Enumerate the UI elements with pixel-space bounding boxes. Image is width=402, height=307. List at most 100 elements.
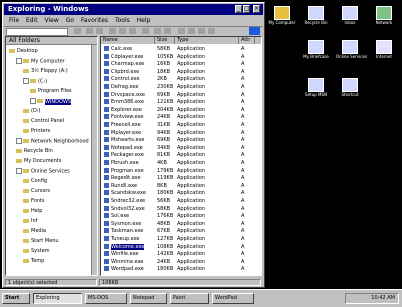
file-row[interactable]: Clipbrd.exe 18KB Application A bbox=[101, 68, 251, 75]
file-row[interactable]: Emm386.exe 121KB Application A bbox=[101, 99, 251, 105]
tree-item[interactable]: Control Panel bbox=[23, 118, 64, 124]
file-row[interactable]: Welcome.exe 108KB Application A bbox=[101, 243, 251, 250]
file-row[interactable]: Tuneup.exe 127KB Application A bbox=[101, 236, 251, 242]
tree-item[interactable]: 3½ Floppy (A:) bbox=[23, 68, 68, 74]
expand-icon[interactable] bbox=[16, 138, 22, 144]
tree-scrollbar[interactable] bbox=[91, 45, 97, 275]
tree-item[interactable]: Desktop bbox=[9, 48, 38, 54]
tree-item[interactable]: My Computer bbox=[16, 58, 65, 65]
file-row[interactable]: Wordpad.exe 180KB Application A bbox=[101, 266, 251, 272]
file-row[interactable]: Calc.exe 58KB Application A bbox=[101, 46, 251, 52]
file-row[interactable]: Winmine.exe 24KB Application A bbox=[101, 258, 251, 265]
expand-icon[interactable] bbox=[16, 58, 22, 64]
file-row[interactable]: Winfile.exe 142KB Application A bbox=[101, 251, 251, 257]
file-row[interactable]: Freecell.exe 31KB Application A bbox=[101, 122, 251, 128]
tree-item[interactable]: Network Neighborhood bbox=[16, 138, 89, 145]
file-row[interactable]: Packager.exe 81KB Application A bbox=[101, 152, 251, 158]
desktop-icon[interactable]: Shortcut bbox=[336, 78, 364, 106]
menu-view[interactable]: View bbox=[45, 16, 59, 26]
file-row[interactable]: Taskman.exe 67KB Application A bbox=[101, 228, 251, 234]
address-combo[interactable] bbox=[6, 28, 68, 36]
tree-item[interactable]: Config bbox=[23, 178, 47, 184]
column-attr[interactable]: Attr bbox=[239, 37, 255, 44]
file-row[interactable]: Defrag.exe 230KB Application A bbox=[101, 84, 251, 90]
menu-tools[interactable]: Tools bbox=[115, 16, 130, 26]
tree-item[interactable]: (D:) bbox=[23, 108, 40, 114]
taskbar-button[interactable]: WordPad bbox=[212, 293, 254, 304]
desktop-icon[interactable]: Network bbox=[370, 6, 398, 34]
taskbar-button[interactable]: Notepad bbox=[130, 293, 167, 304]
file-row[interactable]: Charmap.exe 16KB Application A bbox=[101, 61, 251, 67]
tree-item[interactable]: Program Files bbox=[30, 88, 72, 94]
desktop-icon[interactable]: Inbox bbox=[336, 6, 364, 34]
tree-item[interactable]: WINDOWS bbox=[30, 98, 72, 105]
desktop-icon[interactable]: Internet bbox=[370, 40, 398, 68]
menu-file[interactable]: File bbox=[9, 16, 19, 26]
menu-favorites[interactable]: Favorites bbox=[81, 16, 108, 26]
minimize-button[interactable]: _ bbox=[235, 5, 242, 13]
small-icons-icon[interactable] bbox=[188, 28, 195, 34]
start-button[interactable]: Start bbox=[2, 293, 30, 304]
tree-item[interactable]: Temp bbox=[23, 258, 44, 264]
map-drive-icon[interactable] bbox=[86, 28, 93, 34]
tree-item[interactable]: My Documents bbox=[16, 158, 61, 164]
desktop-icon[interactable]: Recycle Bin bbox=[302, 6, 330, 34]
file-row[interactable]: Cdplayer.exe 105KB Application A bbox=[101, 53, 251, 60]
file-row[interactable]: Regedit.exe 119KB Application A bbox=[101, 175, 251, 181]
menu-edit[interactable]: Edit bbox=[26, 16, 38, 26]
column-type[interactable]: Type bbox=[175, 37, 239, 44]
desktop-icon[interactable]: My Computer bbox=[268, 6, 296, 34]
tree-item[interactable]: Cursors bbox=[23, 188, 50, 194]
column-size[interactable]: Size bbox=[155, 37, 175, 44]
file-row[interactable]: Sysmon.exe 48KB Application A bbox=[101, 220, 251, 227]
file-row[interactable]: Progman.exe 179KB Application A bbox=[101, 167, 251, 174]
taskbar-button[interactable]: Exploring bbox=[33, 293, 82, 304]
expand-icon[interactable] bbox=[23, 78, 29, 84]
file-row[interactable]: Sol.exe 176KB Application A bbox=[101, 213, 251, 219]
desktop-icon[interactable]: My Briefcase bbox=[302, 40, 330, 68]
file-row[interactable]: Mplayer.exe 94KB Application A bbox=[101, 129, 251, 136]
delete-icon[interactable] bbox=[154, 28, 161, 34]
paste-icon[interactable] bbox=[129, 28, 136, 34]
file-row[interactable]: Control.exe 2KB Application A bbox=[101, 76, 251, 82]
large-icons-icon[interactable] bbox=[178, 28, 185, 34]
undo-icon[interactable] bbox=[142, 28, 149, 34]
file-row[interactable]: Rundll.exe 8KB Application A bbox=[101, 182, 251, 189]
file-row[interactable]: Explorer.exe 204KB Application A bbox=[101, 106, 251, 113]
desktop-icon[interactable]: Setup MSN bbox=[302, 78, 330, 106]
desktop-icon[interactable]: Online Services bbox=[336, 40, 367, 68]
title-bar[interactable]: Exploring - Windows _ □ × bbox=[4, 4, 263, 15]
menu-go[interactable]: Go bbox=[66, 16, 74, 26]
file-row[interactable]: Sndrec32.exe 56KB Application A bbox=[101, 198, 251, 204]
file-row[interactable]: Sndvol32.exe 58KB Application A bbox=[101, 205, 251, 212]
file-row[interactable]: Fontview.exe 24KB Application A bbox=[101, 114, 251, 120]
clock[interactable]: 10:42 AM bbox=[371, 295, 395, 301]
tree-item[interactable]: System bbox=[23, 248, 50, 254]
taskbar-button[interactable]: Paint bbox=[170, 293, 209, 304]
close-button[interactable]: × bbox=[253, 5, 260, 13]
file-row[interactable]: Scandskw.exe 180KB Application A bbox=[101, 190, 251, 196]
properties-icon[interactable] bbox=[164, 28, 171, 34]
list-view-icon[interactable] bbox=[198, 28, 205, 34]
cut-icon[interactable] bbox=[109, 28, 116, 34]
column-name[interactable]: Name bbox=[101, 37, 155, 44]
tree-item[interactable]: Help bbox=[23, 208, 42, 214]
file-row[interactable]: Drvspace.exe 69KB Application A bbox=[101, 91, 251, 98]
tree-item[interactable]: Online Services bbox=[16, 168, 70, 175]
tree-item[interactable]: Media bbox=[23, 228, 46, 234]
tree-item[interactable]: (C:) bbox=[23, 78, 47, 85]
maximize-button[interactable]: □ bbox=[243, 5, 250, 13]
menu-help[interactable]: Help bbox=[137, 16, 151, 26]
taskbar-button[interactable]: MS-DOS bbox=[85, 293, 127, 304]
copy-icon[interactable] bbox=[119, 28, 126, 34]
tree-item[interactable]: Start Menu bbox=[23, 238, 59, 244]
file-row[interactable]: Notepad.exe 34KB Application A bbox=[101, 144, 251, 151]
disconnect-icon[interactable] bbox=[96, 28, 103, 34]
details-view-icon[interactable] bbox=[208, 28, 215, 34]
tree-item[interactable]: Inf bbox=[23, 218, 37, 224]
file-row[interactable]: Mshearts.exe 69KB Application A bbox=[101, 137, 251, 143]
tree-item[interactable]: Fonts bbox=[23, 198, 45, 204]
tree-item[interactable]: Recycle Bin bbox=[16, 148, 53, 154]
expand-icon[interactable] bbox=[16, 168, 22, 174]
up-folder-icon[interactable] bbox=[74, 28, 81, 34]
